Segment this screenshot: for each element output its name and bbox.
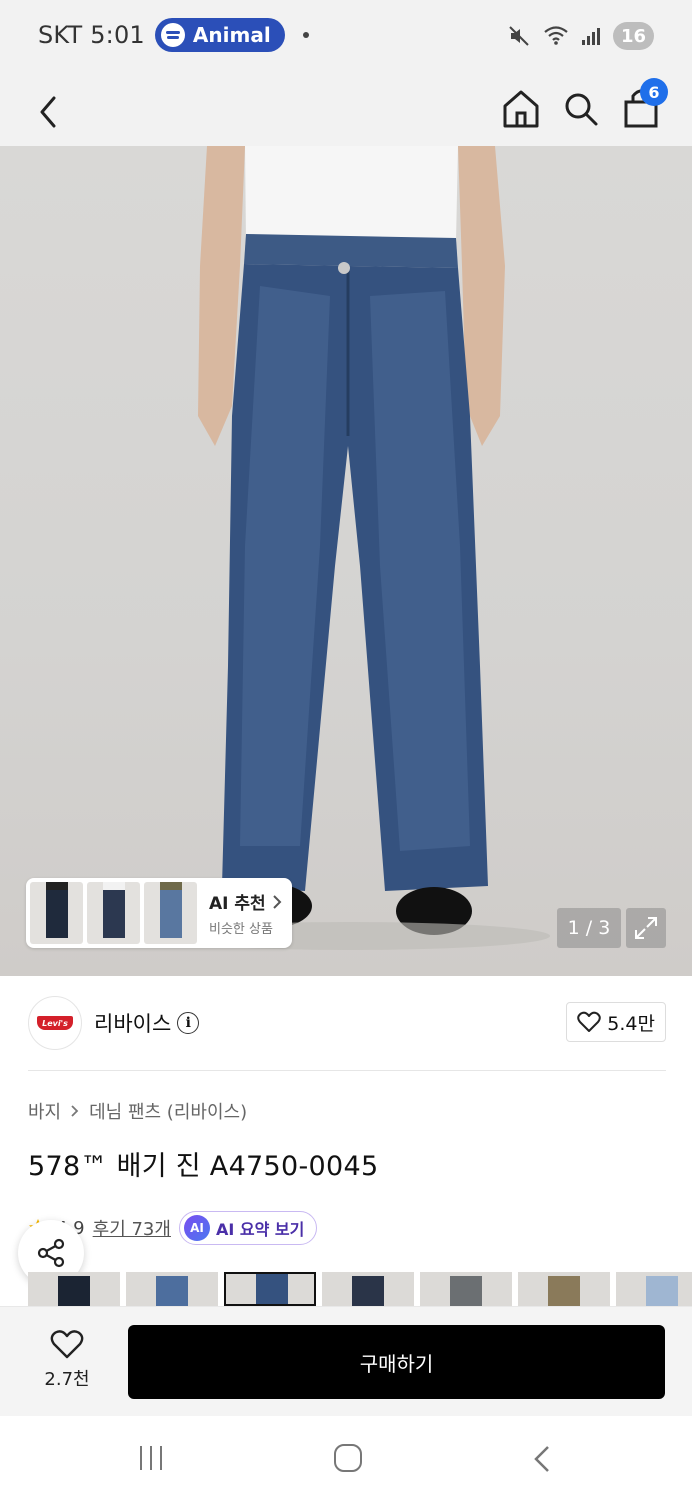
heart-icon bbox=[50, 1330, 84, 1359]
color-thumbnail[interactable] bbox=[224, 1272, 316, 1306]
top-nav: 6 bbox=[0, 72, 692, 242]
ai-recommend-title-label: AI 추천 bbox=[209, 894, 266, 914]
buy-button[interactable]: 구매하기 bbox=[128, 1325, 665, 1399]
ai-recommend-thumb[interactable] bbox=[87, 882, 140, 944]
cart-count-badge: 6 bbox=[640, 78, 668, 106]
product-title: 578™ 배기 진 A4750-0045 bbox=[28, 1151, 379, 1182]
chevron-left-icon bbox=[534, 1446, 549, 1472]
color-thumbnail[interactable] bbox=[126, 1272, 218, 1306]
ai-recommend-text: AI 추천 비슷한 상품 bbox=[209, 889, 284, 937]
notification-dot-icon bbox=[302, 32, 309, 38]
breadcrumb-subcategory[interactable]: 데님 팬츠 (리바이스) bbox=[89, 1098, 247, 1124]
expand-image-button[interactable] bbox=[626, 908, 666, 948]
color-thumbnail[interactable] bbox=[322, 1272, 414, 1306]
chevron-left-icon bbox=[40, 96, 56, 128]
media-pill-label: Animal bbox=[192, 23, 271, 47]
brand-name-link[interactable]: 리바이스 i bbox=[94, 1008, 200, 1038]
levis-logo: Levi's bbox=[37, 1016, 73, 1030]
search-button[interactable] bbox=[560, 82, 602, 132]
ai-recommend-thumb[interactable] bbox=[30, 882, 83, 944]
status-right: 16 bbox=[507, 22, 654, 50]
home-button[interactable] bbox=[500, 82, 542, 132]
divider bbox=[28, 1070, 666, 1071]
recent-apps-button[interactable] bbox=[140, 1446, 162, 1470]
wifi-icon bbox=[544, 26, 568, 45]
ai-recommend-title: AI 추천 bbox=[209, 889, 284, 914]
brand-name: 리바이스 bbox=[94, 1012, 172, 1036]
product-hero-image[interactable]: AI 추천 비슷한 상품 1 / 3 bbox=[0, 146, 692, 976]
image-pager: 1 / 3 bbox=[557, 908, 621, 948]
jeans-product-image bbox=[150, 146, 550, 950]
color-thumbnail[interactable] bbox=[616, 1272, 692, 1306]
color-thumbnail[interactable] bbox=[28, 1272, 120, 1306]
bottom-action-bar: 2.7천 구매하기 bbox=[0, 1306, 692, 1416]
ai-recommend-thumb[interactable] bbox=[144, 882, 197, 944]
mute-icon bbox=[509, 26, 529, 46]
info-icon[interactable]: i bbox=[177, 1012, 200, 1034]
jeans-thumb-image bbox=[46, 882, 68, 938]
ai-recommend-subtitle: 비슷한 상품 bbox=[209, 922, 273, 937]
ai-badge-icon: AI bbox=[183, 1215, 210, 1241]
status-left: SKT 5:01 Animal bbox=[38, 18, 309, 52]
expand-icon bbox=[635, 917, 657, 939]
system-back-button[interactable] bbox=[530, 1444, 554, 1478]
breadcrumb: 바지 데님 팬츠 (리바이스) bbox=[28, 1098, 247, 1124]
home-icon bbox=[503, 90, 539, 128]
carrier-time: SKT 5:01 bbox=[38, 21, 145, 49]
brand-like-count: 5.4만 bbox=[607, 1012, 655, 1035]
color-thumbnail-strip bbox=[28, 1272, 692, 1306]
heart-icon bbox=[577, 1011, 602, 1032]
media-pill[interactable]: Animal bbox=[154, 18, 285, 52]
recent-apps-icon bbox=[150, 1446, 152, 1470]
chevron-right-icon bbox=[71, 1105, 79, 1117]
jeans-thumb-image bbox=[160, 882, 182, 938]
system-home-button[interactable] bbox=[334, 1444, 362, 1472]
status-bar: SKT 5:01 Animal 16 bbox=[0, 0, 692, 72]
brand-like-button[interactable]: 5.4만 bbox=[566, 1002, 666, 1042]
system-nav-bar bbox=[0, 1416, 692, 1500]
ai-summary-button[interactable]: AI AI 요약 보기 bbox=[178, 1211, 318, 1245]
review-link[interactable]: 후기 73개 bbox=[93, 1215, 171, 1241]
search-icon bbox=[565, 93, 598, 126]
battery-indicator: 16 bbox=[612, 22, 654, 50]
ai-recommend-card[interactable]: AI 추천 비슷한 상품 bbox=[26, 878, 292, 948]
share-icon bbox=[37, 1238, 65, 1268]
brand-logo[interactable]: Levi's bbox=[28, 996, 82, 1050]
recent-apps-icon bbox=[140, 1446, 142, 1470]
breadcrumb-category[interactable]: 바지 bbox=[28, 1098, 61, 1124]
ai-summary-label: AI 요약 보기 bbox=[215, 1220, 305, 1239]
wishlist-count: 2.7천 bbox=[44, 1369, 90, 1390]
spotify-icon bbox=[160, 23, 185, 47]
brand-row: Levi's 리바이스 i 5.4만 bbox=[28, 994, 666, 1052]
color-thumbnail[interactable] bbox=[518, 1272, 610, 1306]
cart-button[interactable]: 6 bbox=[620, 78, 668, 132]
back-button[interactable] bbox=[30, 84, 70, 134]
recent-apps-icon bbox=[160, 1446, 162, 1470]
jeans-thumb-image bbox=[103, 882, 125, 938]
signal-icon bbox=[581, 28, 600, 45]
color-thumbnail[interactable] bbox=[420, 1272, 512, 1306]
wishlist-button[interactable]: 2.7천 bbox=[34, 1329, 100, 1393]
chevron-right-icon bbox=[272, 894, 282, 909]
